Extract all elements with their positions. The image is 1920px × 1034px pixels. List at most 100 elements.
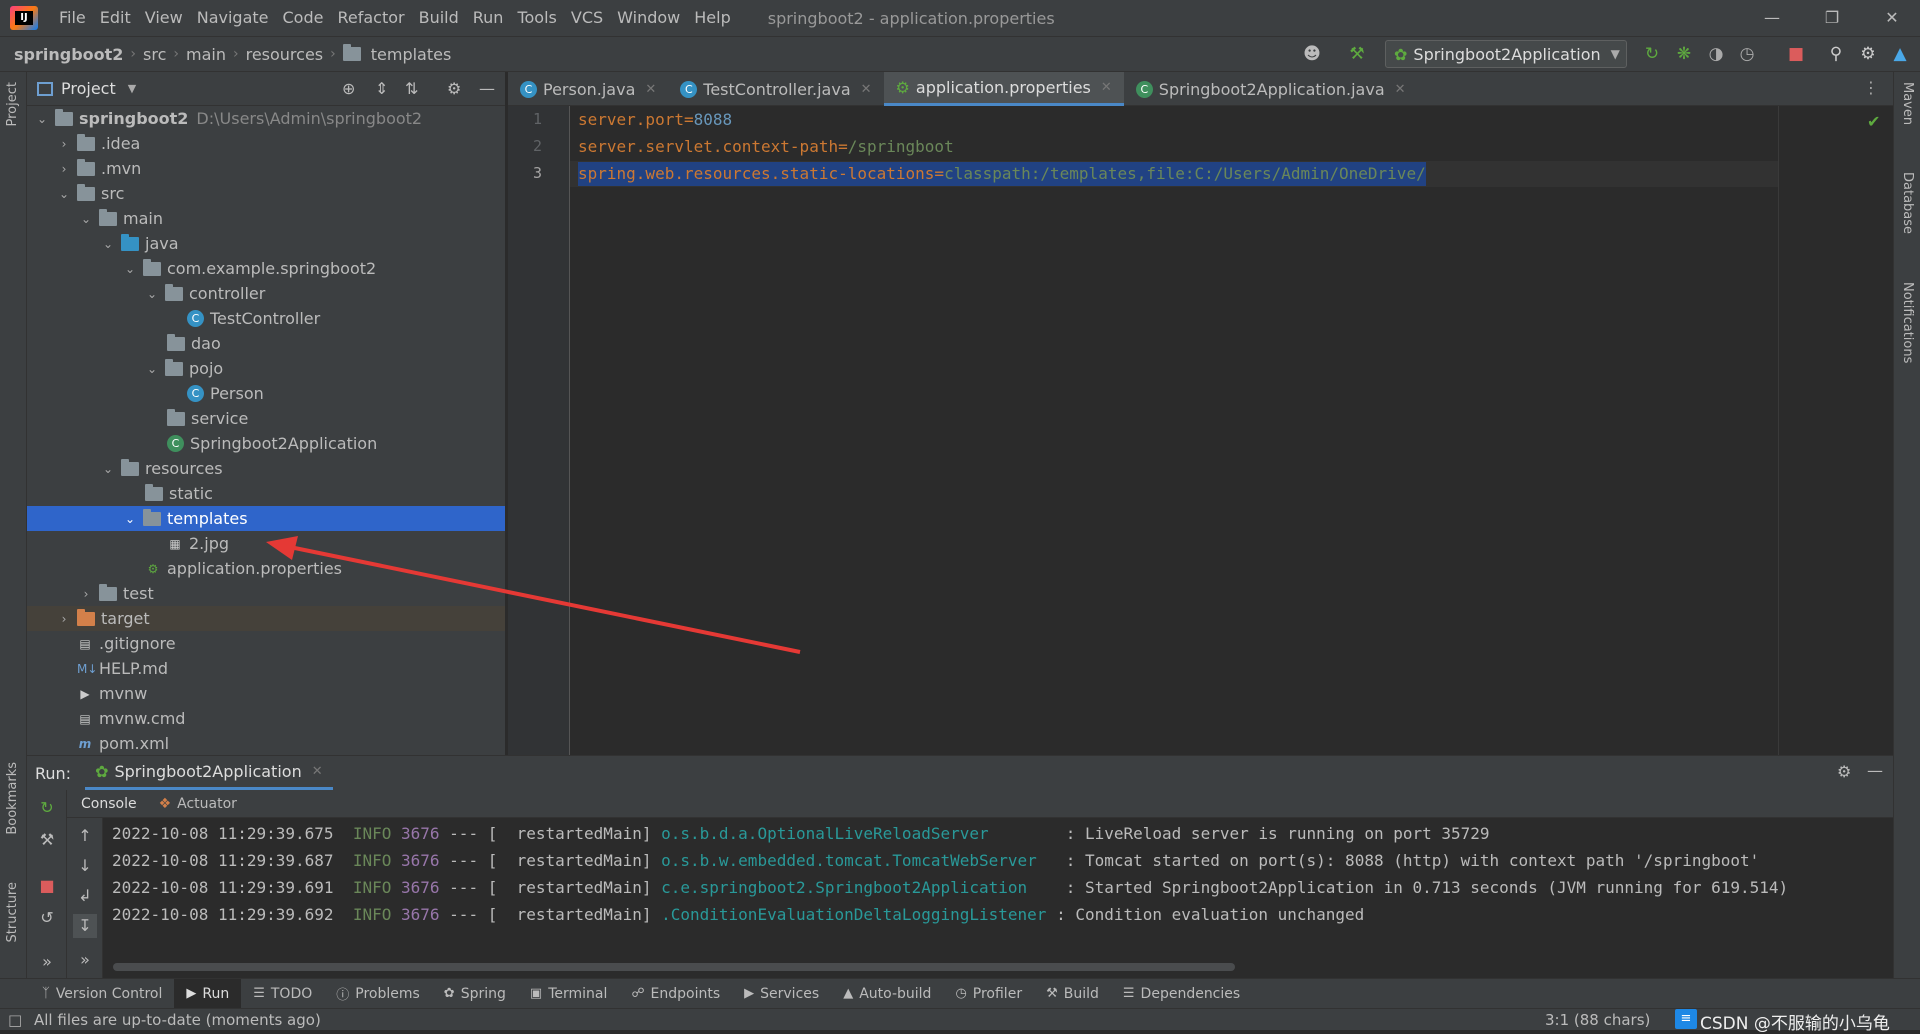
close-icon[interactable]: ✕ (1101, 80, 1112, 95)
menu-refactor[interactable]: Refactor (330, 0, 411, 36)
tree-item-pojo[interactable]: ⌄ pojo (27, 356, 505, 381)
arrow-up-icon[interactable]: ↑ (73, 824, 97, 848)
debug-icon[interactable]: ❋ (1670, 41, 1698, 67)
gear-icon[interactable]: ⚙ (1837, 762, 1851, 781)
chevron-down-icon[interactable]: ⌄ (145, 287, 159, 301)
jetbrains-toolbox-icon[interactable]: ▲ (1886, 41, 1914, 67)
minimize-icon[interactable]: — (1744, 0, 1800, 36)
breadcrumb-project[interactable]: springboot2 (10, 45, 127, 64)
tool-endpoints[interactable]: ☍ Endpoints (619, 979, 732, 1009)
gear-icon[interactable]: ⚙ (447, 79, 461, 98)
tool-todo[interactable]: ☰ TODO (241, 979, 324, 1009)
caret-position[interactable]: 3:1 (88 chars) (1545, 1011, 1650, 1029)
close-icon[interactable]: ✕ (1395, 82, 1406, 97)
tree-item-help-md[interactable]: M↓ HELP.md (27, 656, 505, 681)
tree-item-springboot2application[interactable]: C Springboot2Application (27, 431, 505, 456)
breadcrumb-src[interactable]: src (139, 45, 170, 64)
tool-terminal[interactable]: ▣ Terminal (518, 979, 619, 1009)
tree-item-src[interactable]: ⌄ src (27, 181, 505, 206)
menu-help[interactable]: Help (687, 0, 737, 36)
status-message[interactable]: All files are up-to-date (moments ago) (34, 1011, 321, 1029)
menu-window[interactable]: Window (610, 0, 687, 36)
tree-item-mvnw[interactable]: ▶ mvnw (27, 681, 505, 706)
structure-tool-button[interactable]: Structure (5, 882, 20, 942)
tree-item-dao[interactable]: dao (27, 331, 505, 356)
chevron-right-icon[interactable]: › (57, 137, 71, 151)
tree-item-testcontroller[interactable]: C TestController (27, 306, 505, 331)
tool-dependencies[interactable]: ☰ Dependencies (1111, 979, 1252, 1009)
database-tool-button[interactable]: Database (1900, 172, 1915, 234)
tree-item-resources[interactable]: ⌄ resources (27, 456, 505, 481)
log-logger[interactable]: c.e.springboot2.Springboot2Application (661, 878, 1056, 897)
chevron-right-icon[interactable]: › (57, 162, 71, 176)
chevron-down-icon[interactable]: ⌄ (145, 362, 159, 376)
collapse-all-icon[interactable]: ⇅ (405, 79, 418, 98)
tool-run[interactable]: ▶ Run (174, 978, 242, 1009)
gear-icon[interactable]: ⚙ (1854, 41, 1882, 67)
tool-spring[interactable]: ✿ Spring (432, 979, 518, 1009)
notifications-tool-button[interactable]: Notifications (1900, 282, 1915, 363)
tree-item-controller[interactable]: ⌄ controller (27, 281, 505, 306)
log-logger[interactable]: .ConditionEvaluationDeltaLoggingListener (661, 905, 1046, 924)
tree-item-test[interactable]: › test (27, 581, 505, 606)
scroll-to-end-icon[interactable]: ↧ (73, 914, 97, 938)
tree-item-java[interactable]: ⌄ java (27, 231, 505, 256)
bookmarks-tool-button[interactable]: Bookmarks (5, 762, 20, 835)
tool-services[interactable]: ▶ Services (732, 979, 831, 1009)
tree-item-static[interactable]: static (27, 481, 505, 506)
tree-item-templates[interactable]: ⌄ templates (27, 506, 505, 531)
actuator-tab[interactable]: Actuator (171, 796, 243, 812)
restore-icon[interactable]: ❐ (1804, 0, 1860, 36)
stop-icon[interactable]: ■ (1782, 41, 1810, 67)
breadcrumb-templates[interactable]: templates (367, 45, 456, 64)
chevron-down-icon[interactable]: ⌄ (101, 462, 115, 476)
tool-version-control[interactable]: ᛉ Version Control (30, 979, 174, 1009)
profile-icon[interactable]: ◷ (1733, 41, 1761, 67)
tab-testcontroller-java[interactable]: C TestController.java ✕ (668, 72, 883, 106)
stop-icon[interactable]: ■ (35, 874, 59, 898)
menu-vcs[interactable]: VCS (564, 0, 610, 36)
log-logger[interactable]: o.s.b.d.a.OptionalLiveReloadServer (661, 824, 1056, 843)
chevron-down-icon[interactable]: ⌄ (79, 212, 93, 226)
tool-build[interactable]: ⚒ Build (1034, 979, 1111, 1009)
tree-item-pom-xml[interactable]: m pom.xml (27, 731, 505, 756)
rerun-icon[interactable]: ↻ (35, 796, 59, 820)
hide-panel-icon[interactable]: — (1867, 761, 1883, 780)
tool-problems[interactable]: ⓘ Problems (324, 979, 432, 1009)
tree-item-2jpg[interactable]: ▦ 2.jpg (27, 531, 505, 556)
tab-application-properties[interactable]: ⚙ application.properties ✕ (883, 72, 1124, 106)
close-icon[interactable]: ✕ (645, 82, 656, 97)
console-tab[interactable]: Console (67, 796, 151, 812)
menu-tools[interactable]: Tools (510, 0, 563, 36)
tree-item-person[interactable]: C Person (27, 381, 505, 406)
rerun-icon[interactable]: ↻ (1638, 41, 1666, 67)
maven-tool-button[interactable]: Maven (1900, 82, 1915, 125)
chevron-down-icon[interactable]: ⌄ (35, 112, 49, 126)
menu-edit[interactable]: Edit (93, 0, 138, 36)
search-icon[interactable]: ⚲ (1822, 41, 1850, 67)
chevron-right-icon[interactable]: › (79, 587, 93, 601)
chevron-down-icon[interactable]: ⌄ (123, 262, 137, 276)
tool-profiler[interactable]: ◷ Profiler (943, 979, 1034, 1009)
tree-item-main[interactable]: ⌄ main (27, 206, 505, 231)
wrench-icon[interactable]: ⚒ (35, 828, 59, 852)
expand-all-icon[interactable]: ⇕ (375, 79, 388, 98)
code-editor[interactable]: server.port=8088 server.servlet.context-… (570, 106, 1778, 755)
tree-item-root[interactable]: ⌄ springboot2 D:\Users\Admin\springboot2 (27, 106, 505, 131)
run-configuration-selector[interactable]: ✿ Springboot2Application ▼ (1385, 40, 1627, 68)
tree-item-target[interactable]: › target (27, 606, 505, 631)
menu-run[interactable]: Run (466, 0, 511, 36)
tree-item-application-properties[interactable]: ⚙ application.properties (27, 556, 505, 581)
run-tab[interactable]: ✿ Springboot2Application ✕ (85, 756, 333, 790)
menu-build[interactable]: Build (412, 0, 466, 36)
build-hammer-icon[interactable]: ⚒ (1343, 41, 1371, 67)
tree-item-mvn[interactable]: › .mvn (27, 156, 505, 181)
coverage-icon[interactable]: ◑ (1702, 41, 1730, 67)
soft-wrap-icon[interactable]: ↲ (73, 884, 97, 908)
tree-item-idea[interactable]: › .idea (27, 131, 505, 156)
tab-springboot2application-java[interactable]: C Springboot2Application.java ✕ (1124, 72, 1418, 106)
layout-toggle-icon[interactable]: □ (8, 1011, 22, 1029)
more-icon[interactable]: » (73, 948, 97, 972)
more-tabs-icon[interactable]: ⋮ (1863, 78, 1879, 97)
project-tool-button[interactable]: Project (5, 82, 20, 126)
